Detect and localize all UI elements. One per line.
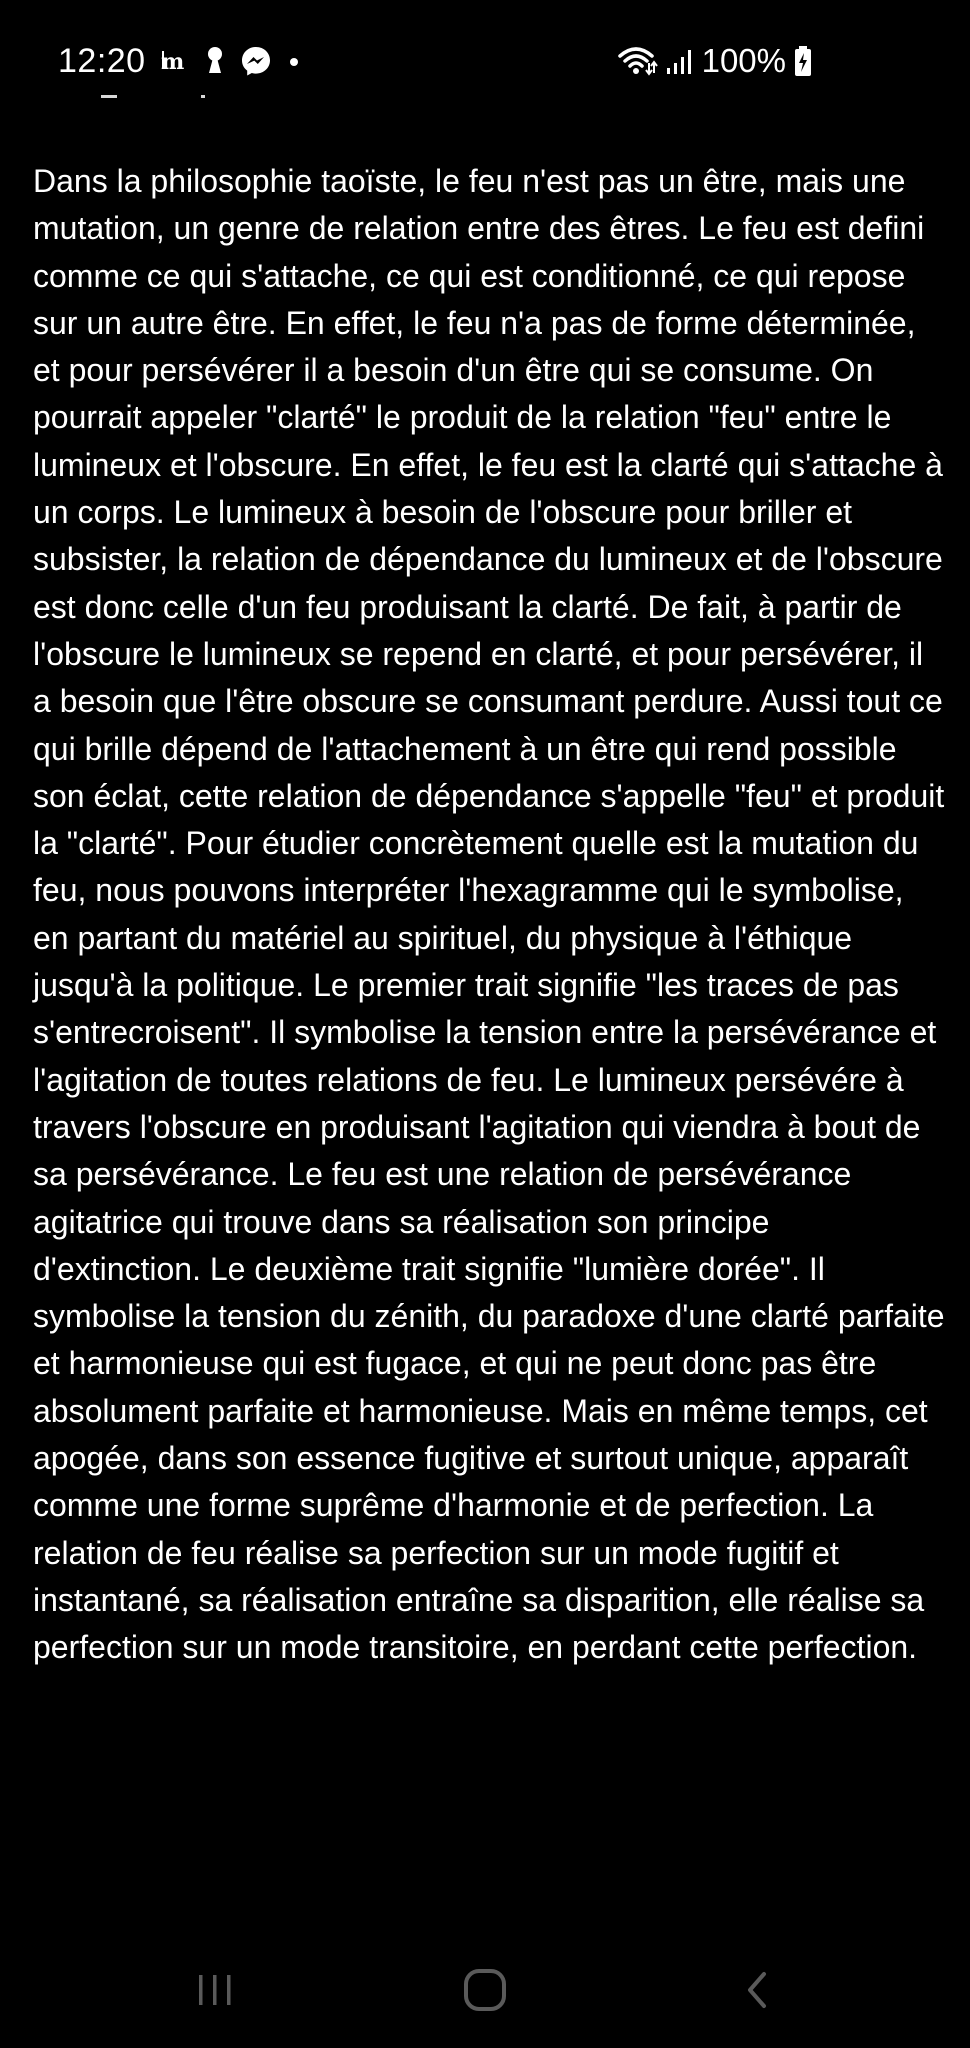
home-button[interactable] xyxy=(440,1962,530,2022)
svg-text:m: m xyxy=(161,49,184,75)
wifi-icon xyxy=(617,45,658,77)
status-time: 12:20 xyxy=(58,41,146,80)
home-icon xyxy=(463,1968,507,2017)
dot-icon xyxy=(286,53,302,69)
recent-apps-icon xyxy=(195,1972,235,2013)
back-button[interactable] xyxy=(712,1962,802,2022)
scrolled-text-fragment xyxy=(33,80,273,104)
battery-percentage: 100% xyxy=(701,42,786,79)
status-bar-right: 100% xyxy=(617,38,812,84)
recent-apps-button[interactable] xyxy=(170,1962,260,2022)
messenger-icon xyxy=(240,45,272,77)
battery-charging-icon xyxy=(794,45,812,77)
signal-icon xyxy=(666,46,694,76)
article-body: Dans la philosophie taoïste, le feu n'es… xyxy=(33,163,945,1666)
newspaper-app-icon: m xyxy=(160,47,190,75)
status-bar-left: 12:20 m xyxy=(58,38,302,84)
navigation-bar xyxy=(0,1940,970,2048)
keyhole-icon xyxy=(204,46,226,76)
back-icon xyxy=(742,1970,772,2015)
